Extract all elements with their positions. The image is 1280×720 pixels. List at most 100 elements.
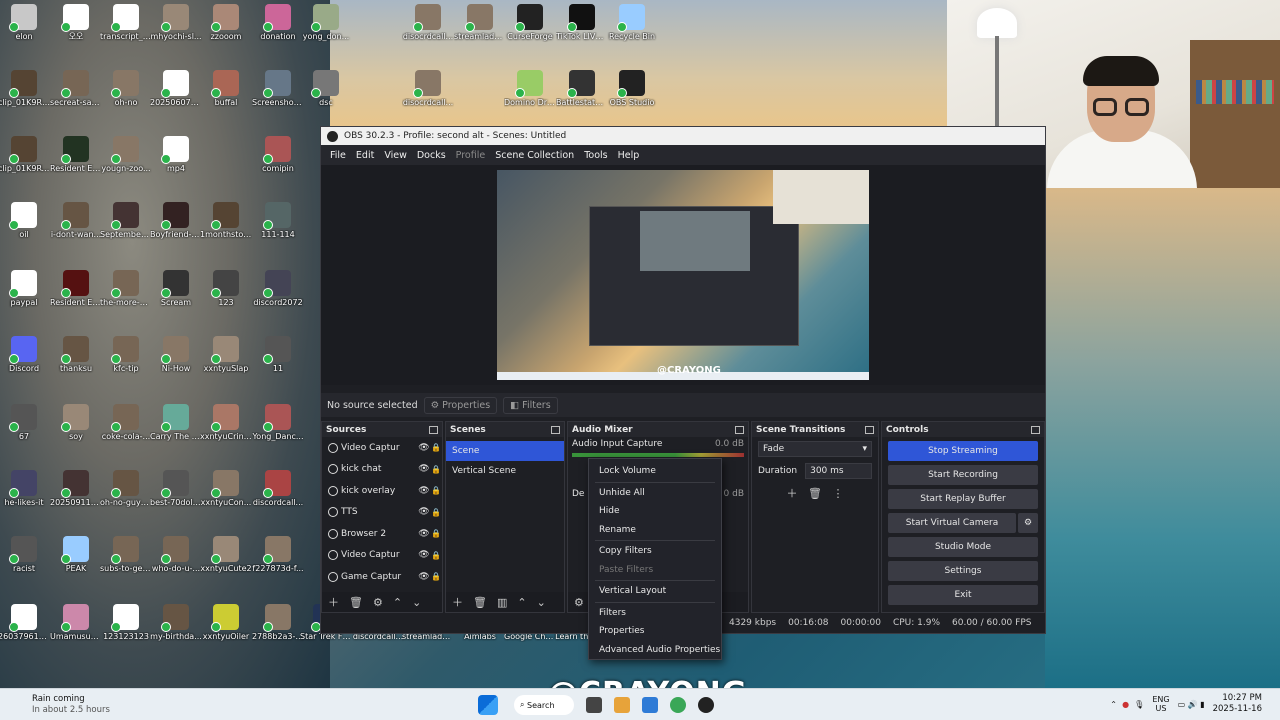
source-item[interactable]: kick overlay 👁 🔒	[322, 480, 442, 502]
source-item[interactable]: Video Captur 👁 🔒	[322, 437, 442, 459]
source-item[interactable]: Browser 2 👁 🔒	[322, 523, 442, 545]
tray-app-icon[interactable]: ●	[1122, 700, 1129, 709]
desktop-icon[interactable]: donation	[252, 4, 304, 42]
desktop-icon[interactable]: yougn-zoo...	[100, 136, 152, 174]
add-scene-icon[interactable]: ＋	[452, 594, 463, 610]
studio-mode-button[interactable]: Studio Mode	[888, 537, 1038, 557]
remove-source-icon[interactable]: 🗑	[349, 596, 363, 609]
mic-icon[interactable]: 🎙	[1134, 700, 1144, 709]
transition-select[interactable]: Fade ▾	[758, 441, 872, 457]
desktop-icon[interactable]: 1monthstob...	[200, 202, 252, 240]
menu-unhide-all[interactable]: Unhide All	[589, 484, 721, 503]
desktop-icon[interactable]: oil	[0, 202, 50, 240]
scene-up-icon[interactable]: ⌃	[517, 596, 526, 609]
stop-streaming-button[interactable]: Stop Streaming	[888, 441, 1038, 461]
desktop-icon[interactable]: xxntyuCon...	[200, 470, 252, 508]
start-recording-button[interactable]: Start Recording	[888, 465, 1038, 485]
desktop-icon[interactable]: 오오	[50, 4, 102, 42]
desktop-icon[interactable]: 20250911_E...	[50, 470, 102, 508]
desktop-icon[interactable]: Domino Dreams pa...	[504, 70, 556, 108]
obs-icon[interactable]	[698, 697, 714, 713]
desktop-icon[interactable]: racist	[0, 536, 50, 574]
network-icon[interactable]: ▭	[1178, 700, 1186, 709]
scene-item-vertical[interactable]: Vertical Scene	[446, 461, 564, 481]
desktop-icon[interactable]: 67	[0, 404, 50, 442]
desktop-icon[interactable]: OBS Studio	[606, 70, 658, 108]
desktop-icon[interactable]: Recycle Bin	[606, 4, 658, 42]
taskbar-search[interactable]: ⌕ Search	[514, 695, 574, 715]
desktop-icon[interactable]: kfc-tip	[100, 336, 152, 374]
desktop-icon[interactable]: Ni-How	[150, 336, 202, 374]
desktop-icon[interactable]: oh-no	[100, 70, 152, 108]
desktop-icon[interactable]: 111-114	[252, 202, 304, 240]
desktop-icon[interactable]: the-more-o...	[100, 270, 152, 308]
app-icon[interactable]	[642, 697, 658, 713]
eye-icon[interactable]: 👁	[418, 550, 430, 560]
eye-icon[interactable]: 👁	[418, 572, 430, 582]
desktop-icon[interactable]: soy	[50, 404, 102, 442]
desktop-icon[interactable]: disocrdcall...	[402, 70, 454, 108]
source-settings-icon[interactable]: ⚙	[373, 596, 383, 609]
scene-item-scene[interactable]: Scene	[446, 441, 564, 461]
desktop-icon[interactable]: Resident Evil 4	[50, 136, 102, 174]
app-icon[interactable]	[586, 697, 602, 713]
eye-icon[interactable]: 👁	[418, 443, 430, 453]
move-up-icon[interactable]: ⌃	[393, 596, 402, 609]
app-icon[interactable]	[614, 697, 630, 713]
menu-help[interactable]: Help	[618, 150, 640, 161]
add-transition-icon[interactable]: ＋	[787, 487, 798, 500]
desktop-icon[interactable]: Screenshot...	[252, 70, 304, 108]
menu-hide[interactable]: Hide	[589, 502, 721, 521]
dock-popout-icon[interactable]	[735, 425, 744, 434]
chrome-icon[interactable]	[670, 697, 686, 713]
dock-popout-icon[interactable]	[551, 425, 560, 434]
mixer-settings-icon[interactable]: ⚙	[574, 596, 584, 609]
virtual-camera-settings-icon[interactable]: ⚙	[1018, 513, 1038, 533]
menu-edit[interactable]: Edit	[356, 150, 374, 161]
desktop-icon[interactable]: Umamusume Pretty Derby	[50, 604, 102, 642]
desktop-icon[interactable]: Boyfriend-g...	[150, 202, 202, 240]
menu-scene-collection[interactable]: Scene Collection	[495, 150, 574, 161]
eye-icon[interactable]: 👁	[418, 529, 430, 539]
desktop-icon[interactable]: Scream	[150, 270, 202, 308]
menu-docks[interactable]: Docks	[417, 150, 446, 161]
menu-properties[interactable]: Properties	[589, 622, 721, 641]
desktop-icon[interactable]: 20250607_5...	[150, 70, 202, 108]
lock-icon[interactable]: 🔒	[430, 465, 442, 474]
desktop-icon[interactable]: best-70doll...	[150, 470, 202, 508]
desktop-icon[interactable]: paypal	[0, 270, 50, 308]
desktop-icon[interactable]: zzooom	[200, 4, 252, 42]
desktop-icon[interactable]: he-likes-it	[0, 470, 50, 508]
desktop-icon[interactable]: Carry The Glass	[150, 404, 202, 442]
desktop-icon[interactable]: i-dont-wan...	[50, 202, 102, 240]
desktop-icon[interactable]: transcript_S...	[100, 4, 152, 42]
desktop-icon[interactable]: who-do-u-...	[150, 536, 202, 574]
desktop-icon[interactable]: buffal	[200, 70, 252, 108]
menu-advanced-audio-properties[interactable]: Advanced Audio Properties	[589, 641, 721, 660]
dock-popout-icon[interactable]	[865, 425, 874, 434]
desktop-icon[interactable]: secreat-sauce	[50, 70, 102, 108]
lock-icon[interactable]: 🔒	[430, 529, 442, 538]
start-replay-buffer-button[interactable]: Start Replay Buffer	[888, 489, 1038, 509]
eye-icon[interactable]: 👁	[418, 464, 430, 474]
desktop-icon[interactable]: clip_01K9RT...	[0, 136, 50, 174]
menu-view[interactable]: View	[384, 150, 407, 161]
desktop-icon[interactable]: my-birthda...	[150, 604, 202, 642]
desktop-icon[interactable]: disocrdcall...	[402, 4, 454, 42]
menu-filters[interactable]: Filters	[589, 604, 721, 623]
weather-widget[interactable]: Rain coming In about 2.5 hours	[32, 694, 110, 716]
desktop-icon[interactable]: xxntyuCute2	[200, 536, 252, 574]
scene-down-icon[interactable]: ⌄	[537, 596, 546, 609]
desktop-icon[interactable]: xxntyuCringe	[200, 404, 252, 442]
desktop-icon[interactable]: elon	[0, 4, 50, 42]
start-icon[interactable]	[478, 695, 498, 715]
duration-input[interactable]: 300 ms	[805, 463, 872, 479]
desktop-icon[interactable]: Yong_Danc...	[252, 404, 304, 442]
desktop-icon[interactable]: thanksu	[50, 336, 102, 374]
desktop-icon[interactable]: discord2072	[252, 270, 304, 308]
desktop-icon[interactable]: Resident Evil Revelations 2	[50, 270, 102, 308]
start-virtual-camera-button[interactable]: Start Virtual Camera	[888, 513, 1016, 533]
desktop-icon[interactable]: clip_01K9RX...	[0, 70, 50, 108]
lock-icon[interactable]: 🔒	[430, 486, 442, 495]
desktop-icon[interactable]: coke-cola-...	[100, 404, 152, 442]
